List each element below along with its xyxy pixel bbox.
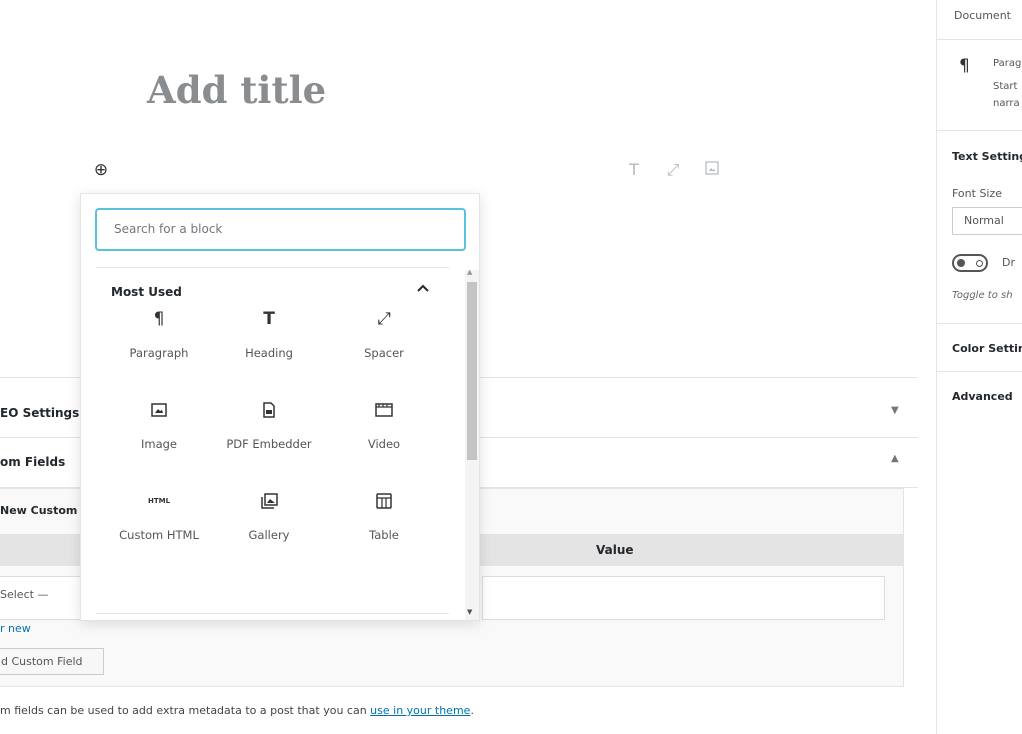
block-pdf-embedder[interactable]: PDF Embedder bbox=[214, 397, 324, 451]
caret-down-icon[interactable]: ▼ bbox=[891, 405, 899, 416]
add-custom-field-button[interactable]: d Custom Field bbox=[0, 648, 104, 675]
block-custom-html[interactable]: HTML Custom HTML bbox=[104, 488, 214, 542]
paragraph-icon: ¶ bbox=[959, 56, 970, 76]
text-settings-heading[interactable]: Text Setting bbox=[952, 150, 1022, 163]
post-title-input[interactable]: Add title bbox=[147, 68, 326, 112]
drop-cap-label: Dr bbox=[1002, 256, 1015, 269]
help-suffix: . bbox=[470, 704, 474, 717]
block-search-input[interactable]: Search for a block bbox=[95, 208, 466, 251]
block-video[interactable]: Video bbox=[329, 397, 439, 451]
block-inserter-popover: Search for a block Most Used ¶ Paragraph… bbox=[80, 193, 480, 621]
block-suggestion-toolbar: T ⤢ bbox=[624, 160, 722, 180]
settings-sidebar: Document ¶ Parag Start narra Text Settin… bbox=[936, 0, 1022, 734]
plus-circle-icon[interactable]: ⊕ bbox=[91, 160, 111, 180]
video-icon bbox=[329, 397, 439, 423]
scrollbar-thumb[interactable] bbox=[467, 282, 477, 460]
enter-new-link[interactable]: r new bbox=[0, 622, 31, 635]
drop-cap-toggle[interactable] bbox=[952, 254, 988, 272]
heading-icon[interactable]: T bbox=[624, 160, 644, 180]
block-card-title: Parag bbox=[993, 58, 1022, 69]
color-settings-heading[interactable]: Color Settin bbox=[952, 342, 1022, 355]
block-table[interactable]: Table bbox=[329, 488, 439, 542]
help-prefix: m fields can be used to add extra metada… bbox=[0, 704, 371, 717]
block-label: Paragraph bbox=[129, 346, 189, 360]
tab-document[interactable]: Document bbox=[954, 9, 1011, 22]
block-label: Heading bbox=[245, 346, 293, 360]
add-new-custom-field-label: New Custom F bbox=[0, 504, 89, 517]
block-label: Custom HTML bbox=[119, 528, 199, 542]
spacer-icon: ⤢ bbox=[377, 309, 391, 329]
chevron-up-icon[interactable] bbox=[417, 282, 429, 297]
divider bbox=[96, 267, 449, 268]
block-gallery[interactable]: Gallery bbox=[214, 488, 324, 542]
custom-fields-help-text: m fields can be used to add extra metada… bbox=[0, 704, 474, 717]
spacer-icon[interactable]: ⤢ bbox=[663, 160, 683, 180]
gallery-icon bbox=[214, 488, 324, 514]
custom-fields-heading[interactable]: om Fields bbox=[0, 455, 65, 469]
font-size-label: Font Size bbox=[952, 187, 1003, 200]
block-label: Gallery bbox=[248, 528, 290, 542]
divider bbox=[937, 130, 1022, 131]
block-label: Image bbox=[140, 437, 178, 451]
scroll-down-arrow-icon[interactable]: ▼ bbox=[467, 608, 472, 616]
block-heading[interactable]: T Heading bbox=[214, 306, 324, 360]
scroll-up-arrow-icon[interactable]: ▲ bbox=[467, 268, 472, 276]
value-column-header: Value bbox=[596, 543, 634, 557]
pdf-file-icon bbox=[214, 397, 324, 423]
font-size-select[interactable]: Normal bbox=[952, 207, 1022, 235]
block-card-desc-2: narra bbox=[993, 98, 1020, 109]
block-label: Spacer bbox=[364, 346, 404, 360]
block-label: Table bbox=[369, 528, 399, 542]
drop-cap-help: Toggle to sh bbox=[952, 290, 1013, 301]
table-icon bbox=[329, 488, 439, 514]
caret-up-icon[interactable]: ▲ bbox=[891, 453, 899, 464]
divider bbox=[937, 371, 1022, 372]
block-label: PDF Embedder bbox=[226, 437, 312, 451]
custom-field-value-textarea[interactable] bbox=[482, 576, 885, 620]
seo-settings-heading[interactable]: EO Settings bbox=[0, 406, 79, 420]
image-icon bbox=[104, 397, 214, 423]
divider bbox=[937, 323, 1022, 324]
divider bbox=[937, 39, 1022, 40]
block-spacer[interactable]: ⤢ Spacer bbox=[329, 306, 439, 360]
html-icon: HTML bbox=[147, 497, 171, 505]
block-label: Video bbox=[367, 437, 401, 451]
most-used-panel-title[interactable]: Most Used bbox=[111, 285, 182, 299]
block-image[interactable]: Image bbox=[104, 397, 214, 451]
image-icon[interactable] bbox=[702, 160, 722, 180]
use-in-theme-link[interactable]: use in your theme bbox=[370, 704, 470, 717]
advanced-heading[interactable]: Advanced bbox=[952, 390, 1013, 403]
divider bbox=[96, 613, 449, 614]
heading-icon: T bbox=[263, 309, 275, 329]
block-card-desc-1: Start bbox=[993, 81, 1018, 92]
paragraph-icon: ¶ bbox=[153, 309, 165, 329]
block-paragraph[interactable]: ¶ Paragraph bbox=[104, 306, 214, 360]
